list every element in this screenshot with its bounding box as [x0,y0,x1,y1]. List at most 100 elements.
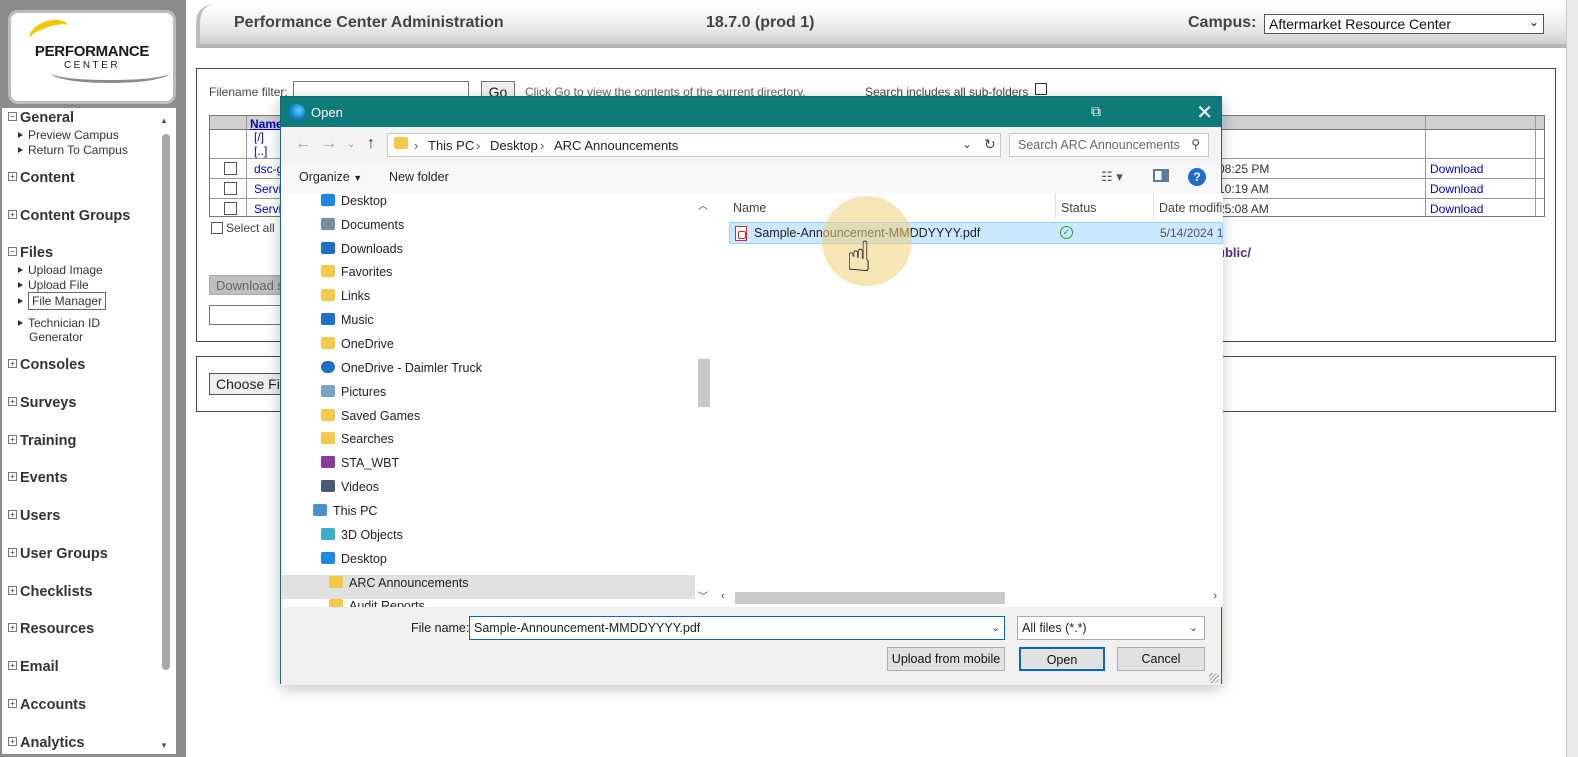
select-all-checkbox[interactable] [211,222,223,234]
nav-group-files[interactable]: − Files [8,245,53,261]
tree-item-audit-reports[interactable]: Audit Reports [329,595,425,607]
nav-item-upload-file[interactable]: Upload File [18,278,89,292]
tree-item-videos[interactable]: Videos [321,476,379,498]
tree-item-downloads[interactable]: Downloads [321,238,403,260]
nav-group-resources[interactable]: + Resources [8,621,94,637]
up-arrow-icon[interactable]: ↑ [367,135,375,153]
download-link[interactable]: Download [1430,202,1483,216]
expand-icon[interactable]: + [8,548,17,557]
nav-item-preview-campus[interactable]: Preview Campus [18,128,119,142]
tree-item-3d-objects[interactable]: 3D Objects [321,524,403,546]
breadcrumb-separator-icon[interactable]: › [476,138,480,153]
nav-group-checklists[interactable]: + Checklists [8,584,93,600]
nav-group-content[interactable]: + Content [8,170,75,186]
breadcrumb-separator-icon[interactable]: › [414,138,418,153]
row-checkbox[interactable] [224,182,237,195]
performance-center-logo[interactable]: PERFORMANCE CENTER [8,10,176,104]
tree-item-saved-games[interactable]: Saved Games [321,405,420,427]
search-input[interactable]: Search ARC Announcements ⚲ [1009,133,1209,157]
back-arrow-icon[interactable]: ← [295,135,311,153]
scroll-down-icon[interactable]: ﹀ [698,588,708,603]
column-header-status[interactable]: Status [1061,201,1096,215]
row-checkbox[interactable] [224,162,237,175]
tree-item-onedrive-daimler-truck[interactable]: OneDrive - Daimler Truck [321,357,482,379]
tree-scroll-thumb[interactable] [698,359,710,407]
nav-item-technician-id-generator[interactable]: Technician ID [18,316,100,330]
tree-item-desktop-pc[interactable]: Desktop [321,548,387,570]
nav-group-training[interactable]: + Training [8,433,76,449]
column-header-name[interactable]: Name [250,117,283,131]
upload-from-mobile-button[interactable]: Upload from mobile [887,647,1005,671]
help-icon[interactable]: ? [1188,168,1206,186]
download-link[interactable]: Download [1430,182,1483,196]
horizontal-scroll-thumb[interactable] [735,592,1005,604]
cancel-button[interactable]: Cancel [1117,647,1205,671]
address-bar[interactable]: › This PC › Desktop › ARC Announcements … [387,133,1001,157]
expand-icon[interactable]: + [8,359,17,368]
tree-item-searches[interactable]: Searches [321,428,394,450]
table-row-file-link[interactable]: Servi [254,202,281,216]
scroll-right-icon[interactable]: › [1213,590,1217,602]
download-link[interactable]: Download [1430,162,1483,176]
row-checkbox[interactable] [224,202,237,215]
expand-icon[interactable]: + [8,737,17,746]
close-icon[interactable]: ✕ [1196,100,1213,125]
nav-group-email[interactable]: + Email [8,659,59,675]
collapse-icon[interactable]: − [8,112,17,121]
breadcrumb-arc-announcements[interactable]: ARC Announcements [554,138,678,153]
tree-item-music[interactable]: Music [321,309,374,331]
column-divider[interactable] [1153,193,1154,219]
preview-pane-icon[interactable] [1153,169,1169,182]
list-item-file[interactable]: Sample-Announcement-MMDDYYYY.pdf ✓ 5/14/… [729,222,1223,244]
search-icon[interactable]: ⚲ [1191,137,1200,151]
refresh-icon[interactable]: ↻ [984,136,996,153]
scroll-down-icon[interactable]: ▼ [160,741,168,750]
new-folder-button[interactable]: New folder [389,170,449,184]
subfolders-checkbox[interactable] [1035,83,1047,95]
nav-group-general[interactable]: − General [8,110,74,126]
recent-locations-icon[interactable]: ⌄ [347,139,355,150]
table-row-root[interactable]: [/] [254,130,264,144]
nav-group-events[interactable]: + Events [8,470,68,486]
tree-item-onedrive[interactable]: OneDrive [321,333,394,355]
expand-icon[interactable]: + [8,397,17,406]
column-header-date-modified[interactable]: Date modifi [1159,201,1222,215]
address-dropdown-icon[interactable]: ⌄ [962,137,972,151]
expand-icon[interactable]: + [8,472,17,481]
forward-arrow-icon[interactable]: → [321,135,337,153]
resize-grip-icon[interactable] [1209,673,1219,683]
page-scrollbar[interactable] [1566,0,1578,757]
tree-item-sta-wbt[interactable]: STA_WBT [321,452,399,474]
expand-icon[interactable]: + [8,210,17,219]
tree-item-links[interactable]: Links [321,285,370,307]
nav-group-analytics[interactable]: + Analytics [8,735,84,751]
column-divider[interactable] [1055,193,1056,219]
tree-item-documents[interactable]: Documents [321,214,404,236]
nav-group-accounts[interactable]: + Accounts [8,697,86,713]
change-view-icon[interactable]: ☷ ▾ [1101,169,1123,185]
file-type-select[interactable]: All files (*.*) ⌄ [1017,616,1205,640]
tree-item-pictures[interactable]: Pictures [321,381,386,403]
sidebar-scrollbar[interactable]: ▲ ▼ [160,112,172,750]
breadcrumb-desktop[interactable]: Desktop [490,138,538,153]
scroll-up-icon[interactable]: ︿ [698,197,708,212]
expand-icon[interactable]: + [8,435,17,444]
expand-icon[interactable]: + [8,661,17,670]
chevron-down-icon[interactable]: ⌄ [991,621,1000,634]
select-all[interactable]: Select all [211,221,275,235]
scroll-left-icon[interactable]: ‹ [721,590,725,602]
expand-icon[interactable]: + [8,586,17,595]
nav-item-return-to-campus[interactable]: Return To Campus [18,143,128,157]
nav-group-users[interactable]: + Users [8,508,60,524]
expand-icon[interactable]: + [8,172,17,181]
dialog-titlebar[interactable]: Open ⧉ ✕ [281,97,1221,127]
nav-item-technician-id-generator-line2[interactable]: Generator [29,330,83,344]
collapse-icon[interactable]: − [8,247,17,256]
nav-item-file-manager[interactable]: File Manager [18,292,107,310]
expand-icon[interactable]: + [8,623,17,632]
expand-icon[interactable]: + [8,510,17,519]
nav-group-consoles[interactable]: + Consoles [8,357,85,373]
restore-icon[interactable]: ⧉ [1091,103,1101,120]
tree-scrollbar[interactable]: ︿ ﹀ [695,193,711,607]
tree-item-desktop[interactable]: Desktop [321,193,387,212]
